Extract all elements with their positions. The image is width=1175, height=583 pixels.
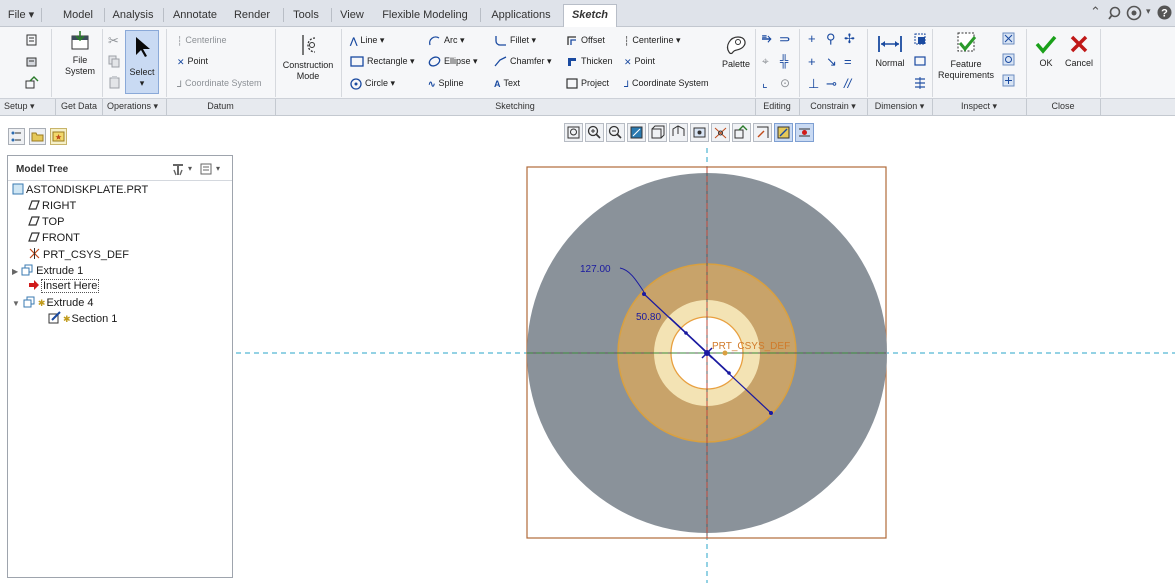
- origin-point: [704, 350, 710, 356]
- outer-diameter-label[interactable]: 127.00: [580, 264, 611, 275]
- dimension-arrow-end: [769, 411, 773, 415]
- csys-label: PRT_CSYS_DEF: [712, 341, 790, 352]
- inner-diameter-label[interactable]: 50.80: [636, 312, 661, 323]
- inner-dimension-arrow-end: [727, 371, 731, 375]
- inner-dimension-arrow-start: [684, 331, 688, 335]
- dimension-arrow-start: [642, 292, 646, 296]
- graphics-area[interactable]: 127.00 50.80 PRT_CSYS_DEF: [0, 0, 1175, 583]
